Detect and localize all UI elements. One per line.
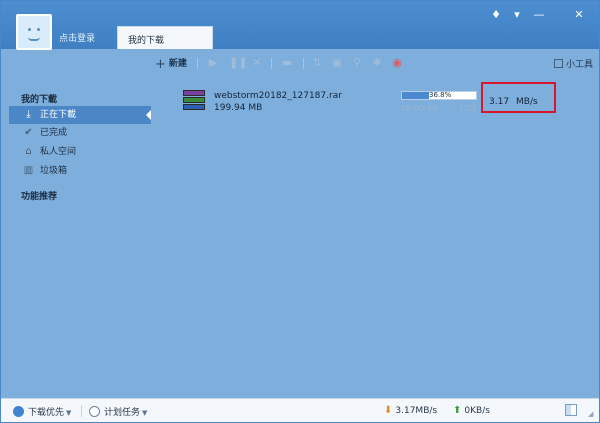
panel-toggle-icon[interactable]: [565, 404, 577, 416]
upload-speed-text: 0KB/s: [464, 406, 490, 416]
archive-book-2: [183, 97, 205, 103]
new-task-label: 新建: [168, 59, 187, 69]
avatar-mouth: [28, 37, 40, 41]
download-speed-text: 3.17MB/s: [395, 406, 438, 416]
settings-icon[interactable]: ✱: [371, 57, 383, 69]
info-icon[interactable]: ▣: [331, 57, 343, 69]
sidebar-section-title: 功能推荐: [21, 192, 58, 202]
search-icon[interactable]: ⚲: [351, 57, 363, 69]
sidebar-item-label: 私人空间: [40, 147, 77, 157]
elapsed-time: 00:00:40: [401, 104, 437, 113]
trash-icon: ▥: [23, 165, 34, 176]
play-icon[interactable]: ▶: [207, 57, 219, 69]
sort-icon[interactable]: ⇅: [311, 57, 323, 69]
archive-book-1: [183, 90, 205, 96]
segment-count: 1/21: [459, 104, 477, 113]
sidebar-item-completed[interactable]: ✔ 已完成: [9, 124, 151, 142]
sidebar-section-title: 我的下載: [21, 95, 58, 105]
schedule-dropdown[interactable]: 计划任务 ▼: [89, 405, 147, 418]
login-link[interactable]: 点击登录: [59, 31, 95, 44]
file-size: 199.94 MB: [214, 103, 263, 113]
avatar-eye-left: [28, 28, 31, 31]
lock-icon: ⌂: [25, 146, 32, 157]
sidebar-item-label: 垃圾箱: [40, 166, 68, 176]
menu-icon[interactable]: ▾: [510, 9, 524, 21]
close-icon[interactable]: ✕: [572, 9, 586, 21]
download-speed-value: 3.17: [489, 97, 510, 107]
sidebar-item-downloading[interactable]: ⤓ 正在下載: [9, 106, 151, 124]
download-arrow-icon: ⬇: [384, 405, 393, 416]
speed-limit-icon[interactable]: ◉: [391, 57, 403, 69]
priority-icon: [13, 406, 24, 417]
active-indicator: [146, 110, 151, 120]
file-name: webstorm20182_127187.rar: [214, 91, 342, 101]
skin-icon[interactable]: ♦: [489, 9, 503, 21]
check-icon: ✔: [24, 127, 33, 138]
resize-grip-icon[interactable]: ◢: [588, 410, 596, 418]
new-task-button[interactable]: + 新建: [155, 56, 187, 72]
toolbox-icon: [553, 59, 563, 68]
schedule-label: 计划任务: [104, 408, 141, 418]
chevron-down-icon: ▼: [66, 409, 72, 417]
delete-icon[interactable]: ✕: [251, 57, 263, 69]
sidebar-item-private-space[interactable]: ⌂ 私人空间: [9, 143, 151, 161]
clock-icon: [89, 406, 100, 417]
toolbar-separator: [197, 58, 198, 69]
minimize-icon[interactable]: —: [532, 9, 546, 21]
sidebar-item-label: 正在下載: [40, 110, 77, 120]
rar-file-icon: [183, 90, 205, 110]
total-upload-speed: ⬆ 0KB/s: [453, 405, 490, 416]
status-bar: 下载优先 ▼ 计划任务 ▼ ⬇ 3.17MB/s ⬆ 0KB/s ◢: [1, 398, 599, 422]
progress-bar: 36.8%: [401, 91, 477, 100]
chevron-down-icon: ▼: [142, 409, 148, 417]
total-download-speed: ⬇ 3.17MB/s: [384, 405, 437, 416]
tools-button[interactable]: 小工具: [553, 57, 593, 70]
progress-fill: [402, 92, 430, 99]
tab-my-downloads[interactable]: 我的下载: [117, 26, 213, 49]
upload-arrow-icon: ⬆: [453, 405, 462, 416]
plus-icon: +: [155, 57, 166, 72]
avatar[interactable]: [16, 14, 52, 50]
title-bar: 点击登录 我的下载 ♦ ▾ — ✕: [1, 1, 599, 50]
priority-label: 下载优先: [28, 408, 65, 418]
progress-percent: 36.8%: [429, 91, 452, 99]
folder-icon[interactable]: ▬: [281, 57, 293, 69]
app-window: 点击登录 我的下载 ♦ ▾ — ✕ + 新建 ▶ ❚❚ ✕ ▬ ⇅ ▣ ⚲ ✱ ◉…: [0, 0, 600, 423]
tools-label: 小工具: [565, 60, 593, 70]
sidebar-item-trash[interactable]: ▥ 垃圾箱: [9, 162, 151, 180]
status-separator: [81, 405, 82, 417]
toolbar-separator: [271, 58, 272, 69]
toolbar: + 新建 ▶ ❚❚ ✕ ▬ ⇅ ▣ ⚲ ✱ ◉ 小工具: [151, 53, 599, 75]
priority-dropdown[interactable]: 下载优先 ▼: [13, 405, 71, 418]
download-speed-unit: MB/s: [516, 97, 538, 107]
archive-book-3: [183, 104, 205, 110]
avatar-eye-right: [37, 28, 40, 31]
pause-icon[interactable]: ❚❚: [229, 57, 247, 69]
sidebar-item-label: 已完成: [40, 128, 68, 138]
download-icon: ⤓: [26, 109, 31, 120]
toolbar-separator: [303, 58, 304, 69]
